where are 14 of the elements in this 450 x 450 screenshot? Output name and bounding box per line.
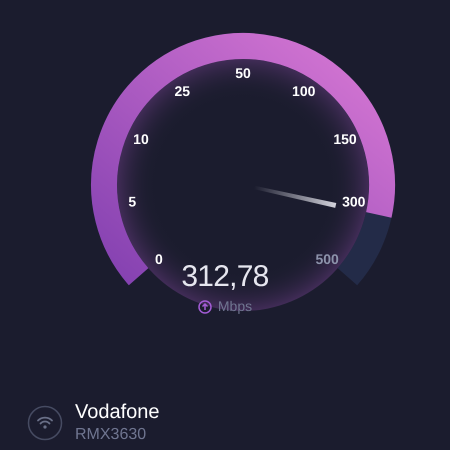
network-name: Vodafone — [75, 400, 160, 425]
gauge-tick-label: 5 — [128, 194, 136, 210]
gauge-tick-label: 25 — [174, 82, 190, 99]
wifi-icon — [27, 404, 63, 440]
gauge-tick-label: 0 — [154, 250, 163, 267]
gauge-tick-label: 10 — [133, 130, 149, 147]
gauge-tick-label: 50 — [235, 65, 251, 81]
gauge-tick-label: 150 — [333, 130, 357, 147]
gauge-tick-label: 100 — [292, 82, 316, 99]
device-name: RMX3630 — [75, 425, 148, 445]
gauge-tick-label: 500 — [315, 250, 339, 267]
speed-unit: Mbps — [218, 297, 252, 316]
gauge-tick-label: 300 — [342, 194, 366, 210]
speed-value: 312,78 — [181, 262, 269, 292]
